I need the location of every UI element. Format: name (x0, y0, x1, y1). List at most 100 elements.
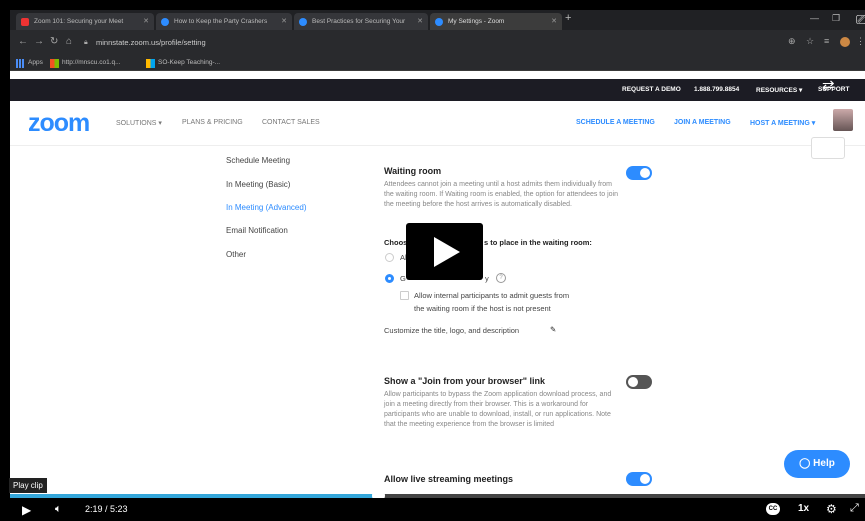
nav-plans-pricing[interactable]: PLANS & PRICING (182, 119, 243, 126)
waiting-room-toggle[interactable] (626, 166, 652, 180)
choose-label-left: Choos (384, 238, 408, 247)
back-icon[interactable]: ← (18, 36, 28, 47)
nav-join-meeting[interactable]: JOIN A MEETING (674, 119, 731, 126)
toggle-knob (640, 168, 650, 178)
toggle-knob (640, 474, 650, 484)
live-streaming-title: Allow live streaming meetings (384, 474, 514, 484)
close-tab-icon[interactable]: ✕ (143, 13, 149, 30)
swap-arrows-icon: ⇄ (822, 77, 835, 94)
reading-list-icon[interactable]: ≡ (824, 36, 829, 46)
playback-speed[interactable]: 1x (798, 503, 809, 514)
user-avatar[interactable] (833, 109, 853, 131)
play-clip-tooltip: Play clip (9, 478, 47, 493)
radio-guest-participants[interactable] (385, 274, 394, 283)
current-time: 2:19 (85, 504, 103, 514)
captions-icon[interactable]: CC (766, 503, 780, 515)
browser-tab[interactable]: How to Keep the Party Crashers ✕ (156, 13, 292, 30)
video-player: Zoom 101: Securing your Meet ✕ How to Ke… (0, 0, 865, 521)
play-icon[interactable]: ▶ (22, 503, 31, 517)
play-icon (434, 237, 460, 267)
help-question-icon[interactable]: ? (496, 273, 506, 283)
browser-tab-active[interactable]: My Settings - Zoom ✕ (430, 13, 562, 30)
zoom-page-icon[interactable]: ⊕ (788, 36, 796, 47)
live-streaming-toggle[interactable] (626, 472, 652, 486)
forward-icon[interactable]: → (34, 36, 44, 47)
tab-label: My Settings - Zoom (448, 18, 505, 25)
microsoft-icon (146, 59, 155, 68)
allow-internal-label-2: the waiting room if the host is not pres… (414, 304, 551, 313)
video-frame[interactable]: Zoom 101: Securing your Meet ✕ How to Ke… (10, 10, 865, 494)
zoom-top-strip: REQUEST A DEMO 1.888.799.8854 RESOURCES … (10, 79, 865, 101)
address-bar-row: ← → ↻ ⌂ 🔒︎ minnstate.zoom.us/profile/set… (10, 30, 865, 55)
star-icon[interactable]: ☆ (806, 36, 814, 47)
cast-icon[interactable]: ⎚ (856, 12, 865, 28)
help-button[interactable]: ◯ Help (784, 450, 850, 478)
bookmark-label: SO-Keep Teaching-... (158, 59, 221, 66)
dropdown-popup (811, 137, 845, 159)
browser-tab[interactable]: Zoom 101: Securing your Meet ✕ (16, 13, 154, 30)
bookmarks-bar: Apps http://mnscu.co1.q... SO-Keep Teach… (10, 55, 865, 71)
bookmark-apps[interactable]: Apps (16, 57, 43, 69)
choose-label-right: s to place in the waiting room: (484, 238, 592, 247)
bookmark-label: Apps (28, 59, 43, 66)
maximize-icon[interactable]: ❐ (832, 13, 840, 24)
join-browser-title: Show a "Join from your browser" link (384, 376, 546, 386)
nav-host-meeting[interactable]: HOST A MEETING ▾ (750, 119, 815, 127)
url-field[interactable]: 🔒︎ minnstate.zoom.us/profile/setting (82, 35, 802, 50)
home-icon[interactable]: ⌂ (66, 36, 72, 47)
tab-label: Best Practices for Securing Your (312, 18, 406, 25)
zoom-favicon-icon (435, 18, 443, 26)
volume-icon[interactable]: 🔈︎ (55, 503, 62, 516)
nav-contact-sales[interactable]: CONTACT SALES (262, 119, 320, 126)
zoom-main-nav: zoom SOLUTIONS ▾ PLANS & PRICING CONTACT… (10, 101, 865, 146)
option-guests-label: G (400, 274, 406, 283)
nav-solutions[interactable]: SOLUTIONS ▾ (116, 119, 162, 127)
minimize-icon[interactable]: — (810, 13, 819, 23)
zoom-favicon-icon (161, 18, 169, 26)
menu-icon[interactable]: ⋮ (856, 36, 865, 47)
bookmark-item[interactable]: http://mnscu.co1.q... (50, 57, 121, 69)
new-tab-icon[interactable]: + (565, 12, 571, 24)
resources-dropdown[interactable]: RESOURCES ▾ (756, 86, 802, 94)
customize-link[interactable]: Customize the title, logo, and descripti… (384, 326, 519, 335)
browser-tab-bar: Zoom 101: Securing your Meet ✕ How to Ke… (10, 10, 865, 30)
microsoft-icon (50, 59, 59, 68)
sidenav-email-notification[interactable]: Email Notification (226, 226, 288, 235)
edit-pencil-icon[interactable]: ✎ (550, 325, 556, 334)
sidenav-in-meeting-basic[interactable]: In Meeting (Basic) (226, 180, 290, 189)
big-play-button[interactable] (406, 223, 483, 280)
waiting-room-title: Waiting room (384, 166, 442, 176)
close-tab-icon[interactable]: ✕ (281, 13, 287, 30)
fullscreen-icon[interactable]: ⤢ (850, 502, 859, 515)
browser-tab[interactable]: Best Practices for Securing Your ✕ (294, 13, 428, 30)
bookmark-label: http://mnscu.co1.q... (62, 59, 121, 66)
duration: / 5:23 (105, 504, 128, 514)
zoom-logo[interactable]: zoom (28, 109, 90, 138)
lock-icon: 🔒︎ (84, 39, 88, 46)
request-demo-link[interactable]: REQUEST A DEMO (622, 86, 681, 93)
time-display: 2:19 / 5:23 (85, 504, 128, 514)
reload-icon[interactable]: ↻ (50, 36, 58, 47)
sidenav-other[interactable]: Other (226, 250, 246, 259)
profile-avatar-icon[interactable] (840, 37, 850, 47)
url-text: minnstate.zoom.us/profile/setting (96, 38, 206, 47)
sidenav-schedule-meeting[interactable]: Schedule Meeting (226, 156, 290, 165)
tab-label: Zoom 101: Securing your Meet (34, 18, 124, 25)
settings-gear-icon[interactable]: ⚙ (826, 502, 837, 516)
zoom-favicon-icon (299, 18, 307, 26)
player-controls: ▶ 🔈︎ 2:19 / 5:23 CC 1x ⚙ ⤢ (0, 498, 865, 521)
nav-schedule-meeting[interactable]: SCHEDULE A MEETING (576, 119, 655, 126)
join-browser-description: Allow participants to bypass the Zoom ap… (384, 391, 612, 428)
phone-number: 1.888.799.8854 (694, 86, 740, 93)
sidenav-in-meeting-advanced[interactable]: In Meeting (Advanced) (226, 203, 307, 212)
close-tab-icon[interactable]: ✕ (417, 13, 423, 30)
bookmark-item[interactable]: SO-Keep Teaching-... (146, 57, 220, 69)
allow-internal-checkbox[interactable] (400, 291, 409, 300)
radio-all-participants[interactable] (385, 253, 394, 262)
allow-internal-label: Allow internal participants to admit gue… (414, 291, 570, 300)
toggle-knob (628, 377, 638, 387)
close-tab-icon[interactable]: ✕ (551, 13, 557, 30)
join-browser-toggle[interactable] (626, 375, 652, 389)
waiting-room-description: Attendees cannot join a meeting until a … (384, 181, 618, 208)
chat-bubble-icon: ◯ (799, 458, 814, 469)
